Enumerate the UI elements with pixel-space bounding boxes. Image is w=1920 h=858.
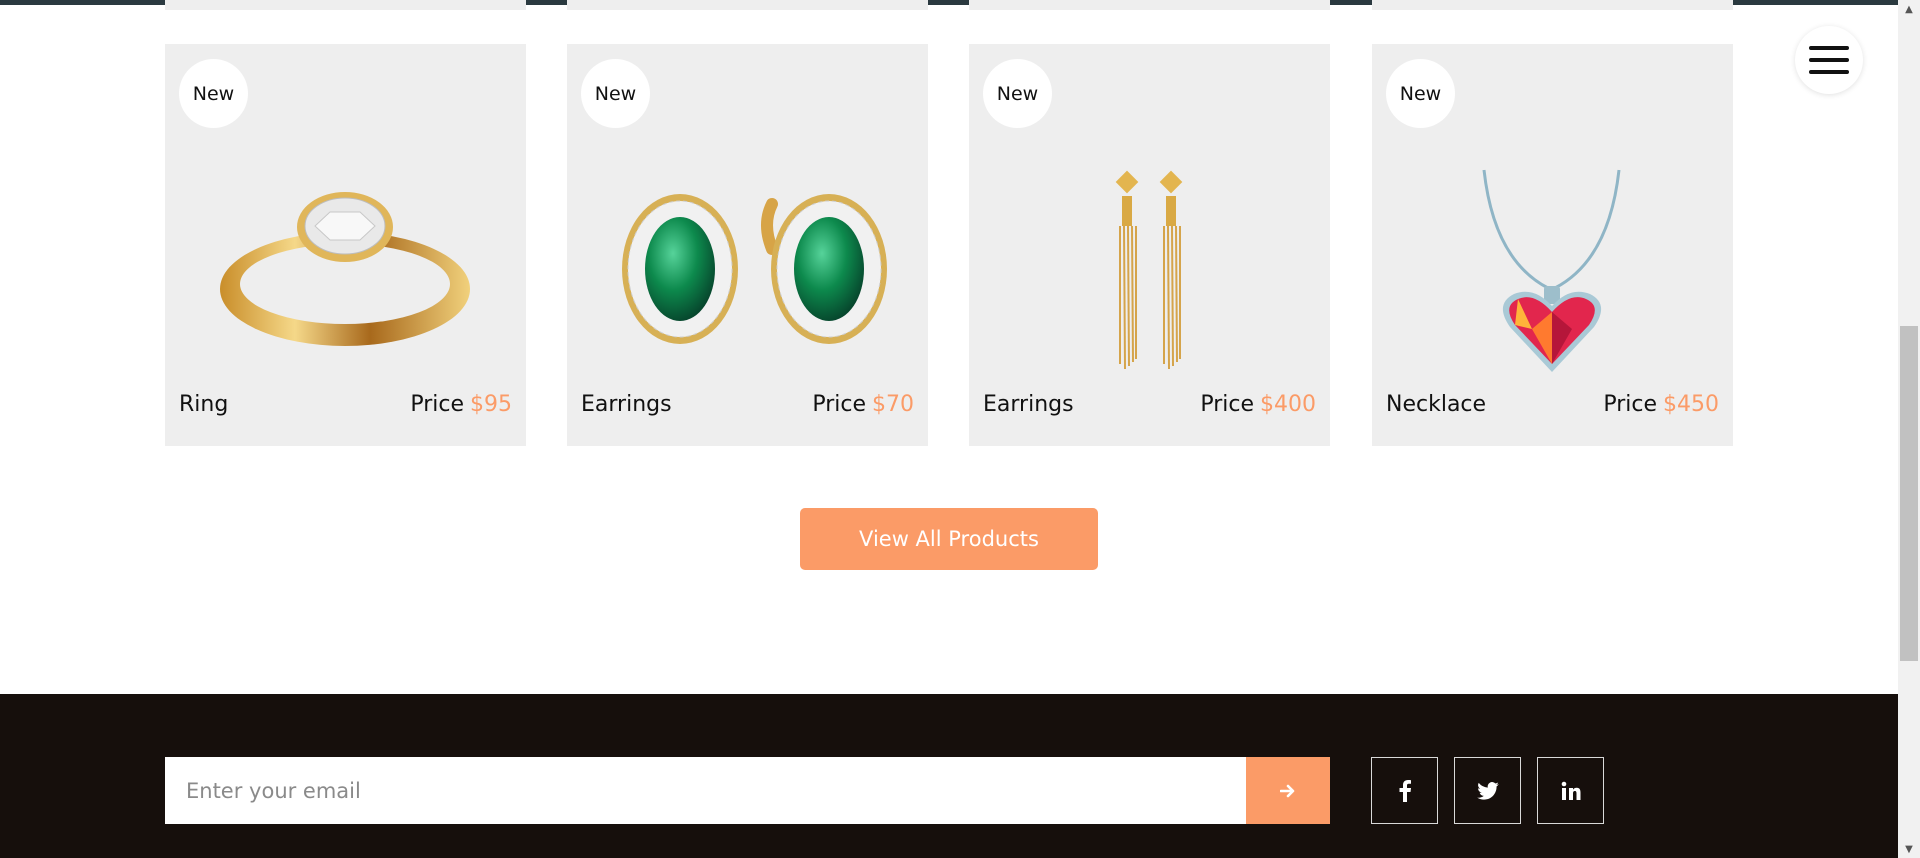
facebook-link[interactable] [1371, 757, 1438, 824]
price-amount: $400 [1260, 392, 1316, 417]
previous-card-edge [1372, 0, 1733, 10]
product-card-tassel-earrings[interactable]: New Earrings Price $400 [969, 44, 1330, 446]
price-amount: $450 [1663, 392, 1719, 417]
email-input[interactable] [165, 757, 1247, 824]
tassel-earrings-icon [1115, 170, 1183, 370]
heart-necklace-icon [1482, 169, 1621, 372]
menu-button[interactable] [1795, 26, 1863, 94]
arrow-right-icon [1280, 784, 1295, 797]
price-label: Price [812, 392, 866, 417]
facebook-icon [1399, 779, 1411, 802]
emerald-earrings-icon [622, 194, 887, 344]
product-name: Earrings [983, 392, 1074, 417]
scroll-down-arrow[interactable]: ▼ [1898, 840, 1920, 858]
price-label: Price [1200, 392, 1254, 417]
price-amount: $95 [470, 392, 512, 417]
view-all-products-button[interactable]: View All Products [800, 508, 1098, 570]
price-label: Price [410, 392, 464, 417]
linkedin-link[interactable] [1537, 757, 1604, 824]
product-card-ring[interactable]: New Ring Price $95 [165, 44, 526, 446]
hamburger-icon [1809, 46, 1849, 74]
price-amount: $70 [872, 392, 914, 417]
product-name: Necklace [1386, 392, 1487, 417]
subscribe-button[interactable] [1246, 757, 1330, 824]
product-card-necklace[interactable]: New Necklace Price $450 [1372, 44, 1733, 446]
previous-card-edge [567, 0, 928, 10]
product-card-earrings[interactable]: New Earrings Price $70 [567, 44, 928, 446]
product-name: Earrings [581, 392, 672, 417]
product-price: Price $95 [410, 392, 512, 417]
ring-icon [220, 192, 470, 346]
previous-card-edge [165, 0, 526, 10]
scroll-up-arrow[interactable]: ▲ [1898, 0, 1920, 18]
product-name: Ring [179, 392, 229, 417]
price-label: Price [1603, 392, 1657, 417]
product-price: Price $70 [812, 392, 914, 417]
twitter-icon [1476, 781, 1499, 800]
linkedin-icon [1561, 781, 1580, 800]
twitter-link[interactable] [1454, 757, 1521, 824]
scrollbar-thumb[interactable] [1900, 326, 1918, 661]
previous-card-edge [969, 0, 1330, 10]
product-price: Price $400 [1200, 392, 1316, 417]
product-price: Price $450 [1603, 392, 1719, 417]
